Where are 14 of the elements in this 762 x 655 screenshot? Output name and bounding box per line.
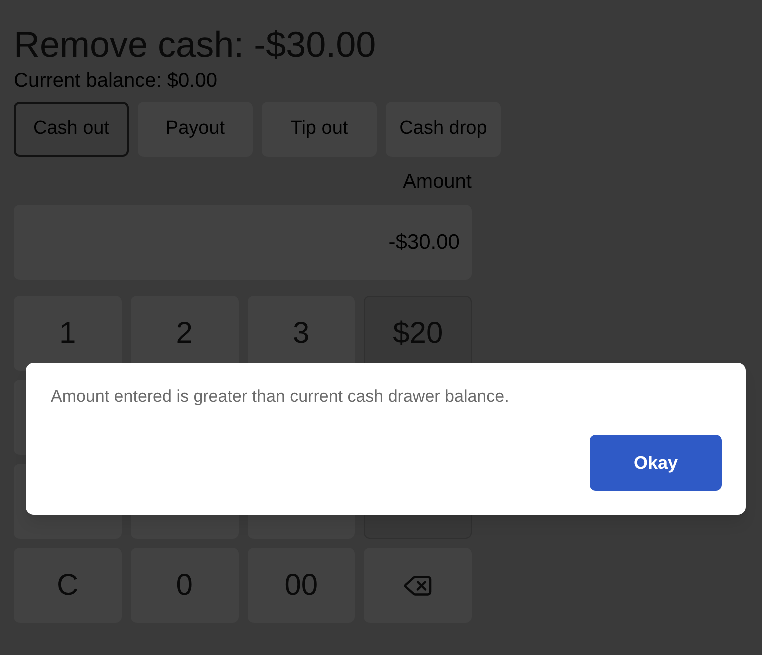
keypad-key[interactable]: C [14,548,122,623]
amount-field[interactable]: -$30.00 [14,205,472,280]
amount-label: Amount [403,170,472,195]
dialog-message: Amount entered is greater than current cash drawer balance. [51,386,510,408]
tab[interactable]: Cash out [14,102,129,157]
keypad-key[interactable]: 0 [130,548,238,623]
tab[interactable]: Cash drop [386,102,501,157]
keypad-key[interactable]: 1 [14,296,122,371]
okay-button[interactable]: Okay [590,435,722,491]
backspace-key[interactable] [364,548,472,623]
tab[interactable]: Payout [138,102,253,157]
tab[interactable]: Tip out [262,102,377,157]
keypad-key[interactable]: 00 [248,548,356,623]
current-balance: Current balance: $0.00 [14,69,218,94]
